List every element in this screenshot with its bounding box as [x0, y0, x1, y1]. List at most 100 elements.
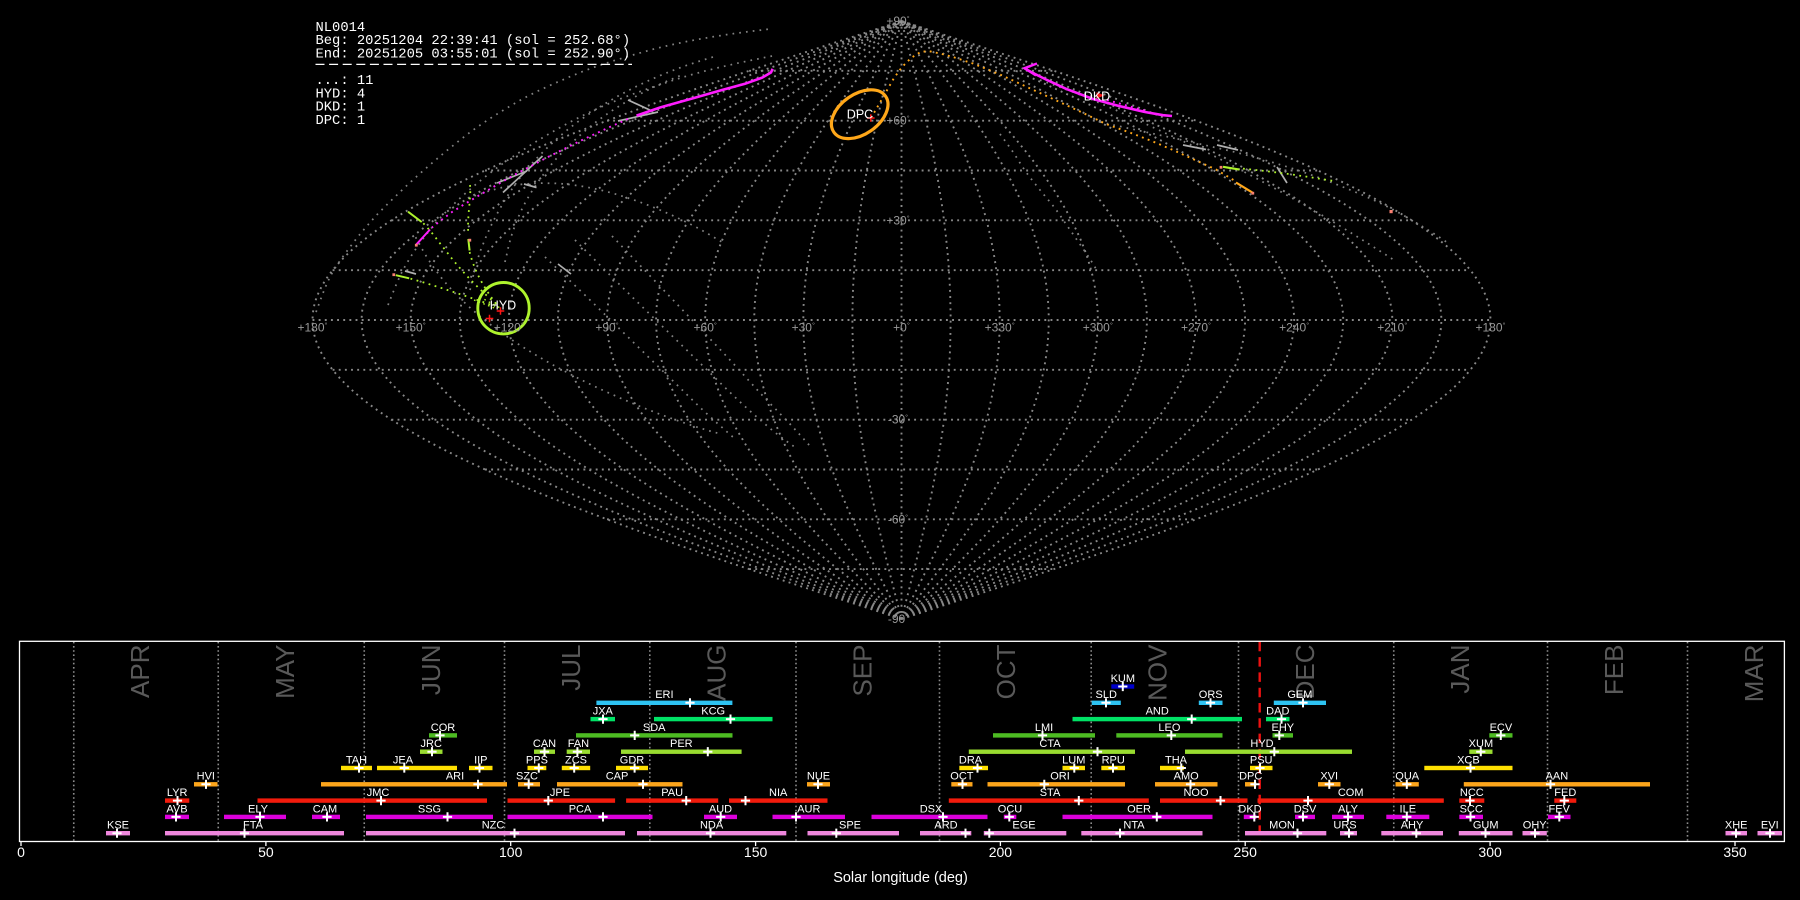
svg-text:OHY: OHY	[1523, 820, 1548, 832]
svg-text:APR: APR	[125, 645, 155, 698]
svg-text:+30°: +30°	[886, 213, 909, 227]
svg-text:COM: COM	[1338, 787, 1364, 799]
svg-text:KCG: KCG	[701, 706, 725, 718]
svg-text:+300°: +300°	[1083, 321, 1113, 335]
svg-text:AUD: AUD	[709, 803, 732, 815]
svg-text:COR: COR	[431, 722, 456, 734]
svg-text:FTA: FTA	[243, 820, 264, 832]
svg-text:CTA: CTA	[1039, 738, 1061, 750]
svg-text:DAD: DAD	[1266, 706, 1289, 718]
svg-text:EVI: EVI	[1761, 820, 1779, 832]
svg-text:EHY: EHY	[1271, 722, 1294, 734]
svg-text:-30°: -30°	[888, 413, 908, 427]
svg-text:PAU: PAU	[661, 787, 683, 799]
svg-text:300: 300	[1478, 844, 1502, 860]
svg-text:JRC: JRC	[421, 738, 442, 750]
svg-text:NUE: NUE	[807, 771, 830, 783]
svg-text:PSU: PSU	[1250, 754, 1273, 766]
svg-text:JXA: JXA	[593, 706, 614, 718]
svg-text:SDA: SDA	[643, 722, 666, 734]
svg-text:LYR: LYR	[167, 787, 188, 799]
svg-text:NTA: NTA	[1123, 820, 1145, 832]
svg-text:SCC: SCC	[1460, 803, 1483, 815]
svg-text:AHY: AHY	[1401, 820, 1424, 832]
svg-text:ERI: ERI	[655, 689, 673, 701]
svg-text:FED: FED	[1554, 787, 1576, 799]
svg-text:ELY: ELY	[248, 803, 269, 815]
svg-text:DPC: 1: DPC: 1	[316, 114, 366, 129]
svg-text:DKD: DKD	[1238, 803, 1261, 815]
svg-text:DSX: DSX	[920, 803, 943, 815]
svg-text:JUL: JUL	[556, 645, 586, 691]
svg-text:LEO: LEO	[1158, 722, 1180, 734]
svg-text:0: 0	[17, 844, 25, 860]
svg-text:+60°: +60°	[694, 321, 717, 335]
svg-text:SPE: SPE	[839, 820, 861, 832]
svg-text:+60°: +60°	[886, 114, 909, 128]
svg-text:50: 50	[258, 844, 274, 860]
svg-text:XHE: XHE	[1725, 820, 1748, 832]
svg-text:NIA: NIA	[769, 787, 788, 799]
svg-text:CAM: CAM	[313, 803, 337, 815]
svg-text:+270°: +270°	[1181, 321, 1211, 335]
svg-text:CAP: CAP	[606, 771, 629, 783]
svg-text:AAN: AAN	[1546, 771, 1569, 783]
svg-text:GDR: GDR	[620, 754, 645, 766]
svg-text:SSG: SSG	[418, 803, 441, 815]
svg-text:AND: AND	[1146, 706, 1169, 718]
svg-text:+180°: +180°	[297, 321, 327, 335]
svg-text:-60°: -60°	[888, 512, 908, 526]
svg-text:NZC: NZC	[482, 820, 505, 832]
svg-text:DRA: DRA	[959, 754, 983, 766]
svg-text:+30°: +30°	[792, 321, 815, 335]
svg-text:EGE: EGE	[1012, 820, 1035, 832]
svg-text:FEV: FEV	[1548, 803, 1570, 815]
svg-text:100: 100	[499, 844, 523, 860]
svg-text:ZCS: ZCS	[565, 754, 587, 766]
svg-text:MAR: MAR	[1739, 645, 1769, 703]
svg-text:250: 250	[1234, 844, 1258, 860]
svg-text:150: 150	[744, 844, 768, 860]
svg-text:DSV: DSV	[1294, 803, 1317, 815]
svg-text:HYD: HYD	[490, 299, 516, 313]
svg-text:ORI: ORI	[1050, 771, 1070, 783]
svg-text:IIP: IIP	[474, 754, 487, 766]
svg-text:RPU: RPU	[1102, 754, 1125, 766]
svg-text:DPC: DPC	[847, 108, 873, 122]
svg-text:AVB: AVB	[166, 803, 187, 815]
svg-text:+150°: +150°	[396, 321, 426, 335]
svg-text:GEM: GEM	[1287, 689, 1312, 701]
svg-text:+180°: +180°	[1475, 321, 1505, 335]
svg-text:DPC: DPC	[1239, 771, 1262, 783]
svg-text:AUG: AUG	[701, 645, 731, 701]
svg-text:FAN: FAN	[568, 738, 589, 750]
svg-text:DKD: DKD	[1084, 90, 1110, 104]
svg-text:HYD: HYD	[1250, 738, 1273, 750]
svg-text:+330°: +330°	[985, 321, 1015, 335]
svg-text:JMC: JMC	[367, 787, 390, 799]
svg-text:+240°: +240°	[1279, 321, 1309, 335]
svg-text:STA: STA	[1040, 787, 1061, 799]
svg-text:200: 200	[989, 844, 1013, 860]
svg-text:ILE: ILE	[1400, 803, 1417, 815]
svg-text:AUR: AUR	[797, 803, 820, 815]
svg-text:OER: OER	[1127, 803, 1151, 815]
svg-text:-90°: -90°	[888, 612, 908, 626]
svg-text:KUM: KUM	[1111, 673, 1135, 685]
svg-text:NOO: NOO	[1183, 787, 1209, 799]
svg-text:JPE: JPE	[550, 787, 570, 799]
svg-text:QUA: QUA	[1395, 771, 1420, 783]
svg-text:ARI: ARI	[446, 771, 464, 783]
svg-text:+90°: +90°	[886, 14, 909, 28]
svg-text:Solar longitude (deg): Solar longitude (deg)	[833, 870, 968, 886]
svg-text:JUN: JUN	[416, 645, 446, 696]
svg-text:TAH: TAH	[346, 754, 367, 766]
svg-text:FEB: FEB	[1599, 645, 1629, 696]
svg-text:NCC: NCC	[1460, 787, 1484, 799]
svg-text:NOV: NOV	[1143, 644, 1173, 701]
svg-text:NDA: NDA	[700, 820, 724, 832]
svg-text:ECV: ECV	[1490, 722, 1513, 734]
svg-text:SLD: SLD	[1095, 689, 1116, 701]
svg-text:LMI: LMI	[1035, 722, 1053, 734]
svg-text:+120°: +120°	[494, 321, 524, 335]
